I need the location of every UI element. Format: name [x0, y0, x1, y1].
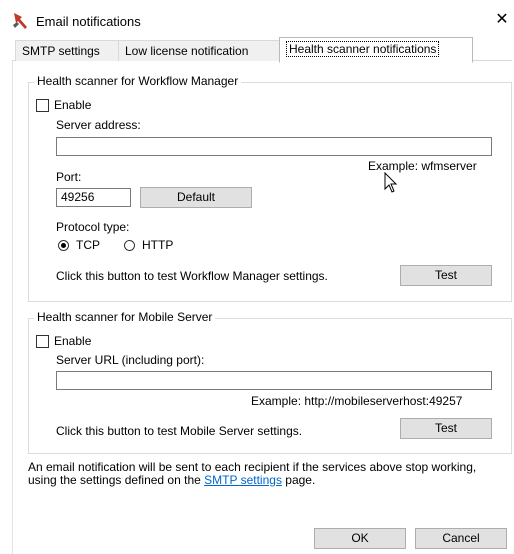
footer-note-tail: page. — [281, 473, 316, 487]
port-label: Port: — [56, 170, 82, 184]
server-address-input[interactable] — [56, 137, 492, 156]
workflow-test-button[interactable]: Test — [400, 265, 492, 286]
workflow-group-title: Health scanner for Workflow Manager — [34, 74, 242, 88]
tcp-radio-label: TCP — [76, 238, 100, 252]
window-title: Email notifications — [36, 14, 141, 29]
tools-icon — [10, 11, 30, 31]
close-icon[interactable]: ✕ — [494, 10, 510, 30]
server-url-label: Server URL (including port): — [56, 353, 205, 367]
mouse-cursor-icon — [384, 171, 398, 194]
protocol-type-label: Protocol type: — [56, 220, 130, 234]
mobile-group-title: Health scanner for Mobile Server — [34, 310, 216, 324]
smtp-settings-link[interactable]: SMTP settings — [204, 473, 282, 487]
http-radio[interactable] — [124, 240, 135, 251]
mobile-enable-checkbox[interactable] — [36, 335, 49, 348]
port-input[interactable]: 49256 — [56, 188, 131, 207]
panel-border — [12, 61, 13, 554]
footer-note: An email notification will be sent to ea… — [28, 461, 498, 487]
tab-smtp-settings[interactable]: SMTP settings — [15, 40, 123, 61]
mobile-enable-label: Enable — [54, 334, 92, 348]
tab-label: Low license notification — [125, 44, 249, 58]
tcp-radio[interactable] — [58, 240, 69, 251]
http-radio-label: HTTP — [142, 238, 174, 252]
tab-label: Health scanner notifications — [286, 41, 440, 57]
workflow-test-description: Click this button to test Workflow Manag… — [56, 269, 328, 283]
default-port-button[interactable]: Default — [140, 187, 252, 208]
workflow-enable-label: Enable — [54, 98, 92, 112]
tab-low-license-notification[interactable]: Low license notification — [118, 40, 284, 61]
tab-label: SMTP settings — [22, 44, 100, 58]
cancel-button[interactable]: Cancel — [415, 528, 507, 549]
ok-button[interactable]: OK — [314, 528, 406, 549]
server-address-example: Example: wfmserver — [368, 159, 477, 173]
tab-health-scanner-notifications[interactable]: Health scanner notifications — [279, 37, 473, 63]
server-address-label: Server address: — [56, 118, 141, 132]
server-url-input[interactable] — [56, 371, 492, 390]
mobile-test-description: Click this button to test Mobile Server … — [56, 424, 303, 438]
mobile-test-button[interactable]: Test — [400, 418, 492, 439]
workflow-enable-checkbox[interactable] — [36, 99, 49, 112]
server-url-example: Example: http://mobileserverhost:49257 — [251, 394, 463, 408]
